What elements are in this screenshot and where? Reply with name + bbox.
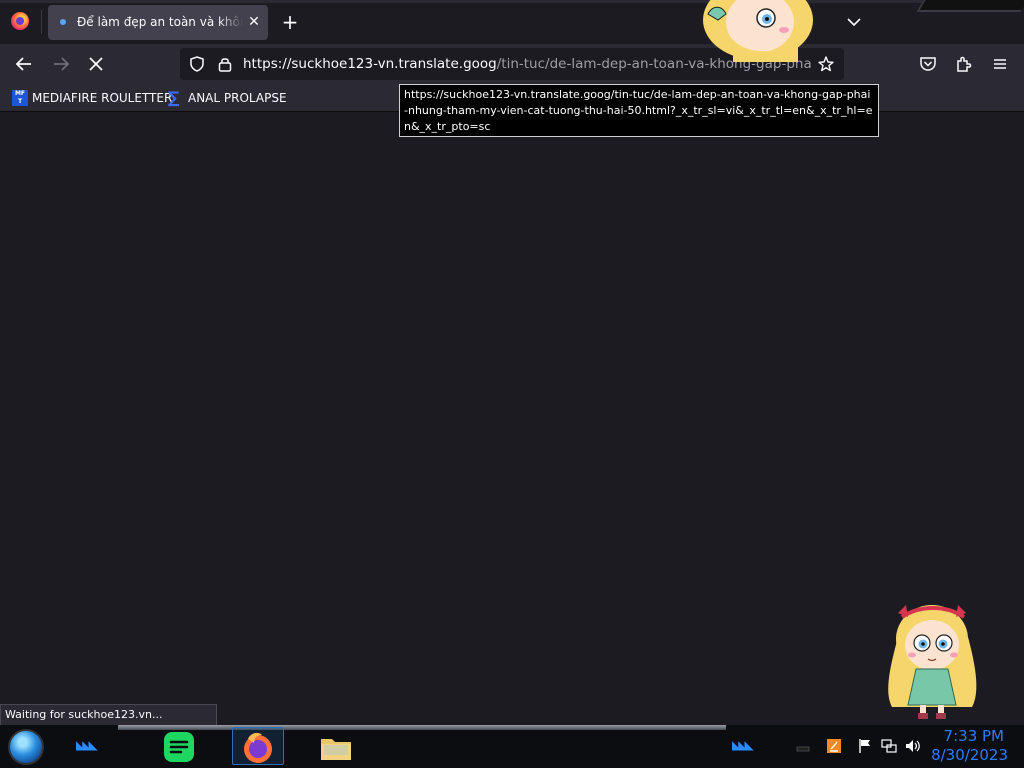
taskbar-decoration-left: ◣◣◣	[76, 738, 98, 752]
url-host: https://suckhoe123-vn.translate.goog	[243, 56, 497, 72]
tab-active[interactable]: Để làm đẹp an toàn và không gặp phải nhữ…	[48, 5, 268, 40]
taskbar-decoration-right: ◣◣◣	[732, 738, 754, 752]
lock-icon[interactable]	[216, 55, 234, 73]
extensions-icon[interactable]	[954, 54, 974, 74]
forward-icon[interactable]	[49, 52, 73, 76]
taskbar-bezel	[118, 725, 726, 730]
back-icon[interactable]	[12, 52, 36, 76]
title-bar-line	[0, 0, 1024, 3]
navigation-toolbar: https://suckhoe123-vn.translate.goog/tin…	[0, 44, 1024, 84]
network-speed-icon[interactable]	[795, 738, 811, 754]
url-tooltip: https://suckhoe123-vn.translate.goog/tin…	[399, 84, 879, 137]
window-frame-decoration	[916, 0, 1024, 12]
tab-title: Để làm đẹp an toàn và không gặp phải nhữ…	[77, 15, 243, 29]
cartoon-sticker-top	[703, 0, 813, 62]
clock-date[interactable]: 8/30/2023	[930, 746, 1008, 764]
stop-loading-icon[interactable]	[84, 52, 108, 76]
bookmark-label: ANAL PROLAPSE	[188, 91, 287, 105]
list-all-tabs-icon[interactable]	[845, 13, 863, 31]
page-content-area[interactable]	[0, 113, 1024, 725]
tracking-protection-shield-icon[interactable]	[188, 55, 206, 73]
cartoon-sticker-character	[888, 605, 977, 719]
spotify-app-icon[interactable]	[161, 729, 197, 765]
volume-icon[interactable]	[905, 738, 921, 754]
bookmark-mediafire-rouletter[interactable]: MF T MEDIAFIRE ROULETTER	[12, 89, 172, 107]
tab-close-icon[interactable]: ✕	[244, 12, 264, 32]
bookmark-star-icon[interactable]	[817, 55, 835, 73]
tab-loading-icon	[60, 19, 66, 25]
tab-strip: Để làm đẹp an toàn và không gặp phải nhữ…	[0, 0, 1024, 44]
new-tab-button[interactable]: +	[279, 11, 301, 33]
clock-time[interactable]: 7:33 PM	[938, 727, 1004, 745]
status-panel: Waiting for suckhoe123.vn...	[0, 704, 217, 726]
bookmark-second[interactable]: ∑ ANAL PROLAPSE	[168, 89, 287, 107]
taskbar: ◣◣◣ ◣◣◣ 7:33 PM 8/30/2023	[0, 725, 1024, 768]
menu-hamburger-icon[interactable]	[990, 54, 1010, 74]
file-explorer-app-icon[interactable]	[318, 729, 354, 765]
sigma-favicon-icon: ∑	[168, 88, 180, 107]
firefox-view-icon[interactable]	[11, 12, 29, 30]
network-icon[interactable]	[881, 738, 897, 754]
tab-divider	[41, 10, 42, 34]
firefox-app-icon[interactable]	[240, 729, 276, 765]
action-center-flag-icon[interactable]	[857, 738, 873, 754]
mediafire-favicon-icon: MF T	[12, 90, 28, 106]
pocket-icon[interactable]	[918, 54, 938, 74]
start-orb-icon[interactable]	[8, 729, 44, 765]
java-update-icon[interactable]	[826, 738, 842, 754]
bookmark-label: MEDIAFIRE ROULETTER	[32, 91, 173, 105]
